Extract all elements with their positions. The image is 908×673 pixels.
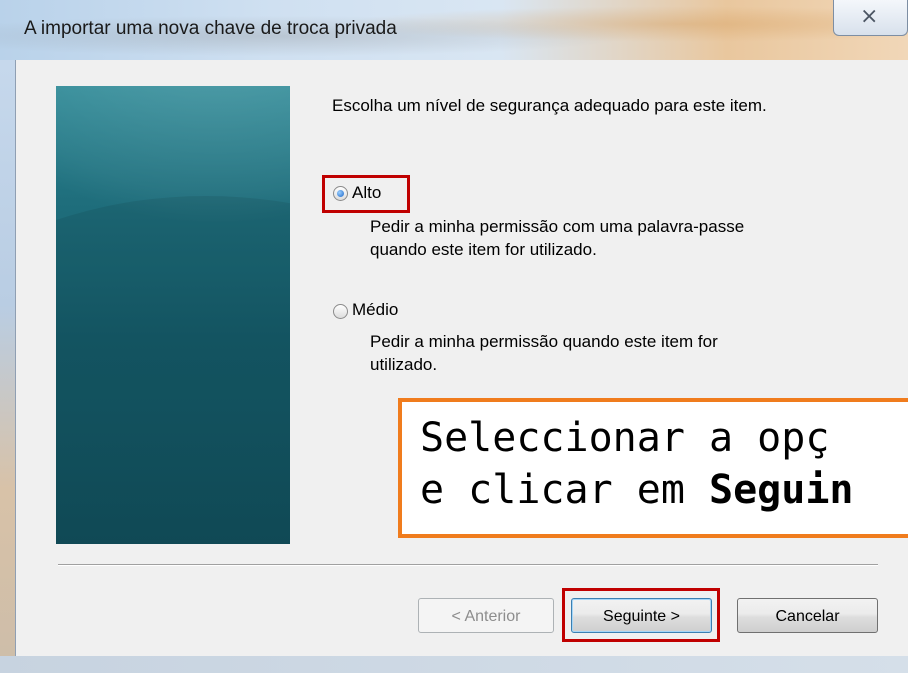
callout-text: Seleccionar a opç e clicar em Seguin: [420, 412, 853, 516]
window-title: A importar uma nova chave de troca priva…: [24, 18, 397, 39]
page-heading: Escolha um nível de segurança adequado p…: [332, 96, 767, 115]
callout-line2: e clicar em Seguin: [420, 464, 853, 516]
callout-line2-prefix: e clicar em: [420, 467, 709, 513]
radio-medio-label[interactable]: Médio: [352, 300, 398, 320]
medio-description-line1: Pedir a minha permissão quando este item…: [370, 332, 718, 351]
radio-medio[interactable]: [333, 304, 348, 319]
cancel-button[interactable]: Cancelar: [737, 598, 878, 633]
close-icon: ⨯: [860, 3, 879, 28]
window-left-frame: [0, 60, 15, 673]
wizard-side-image: [56, 86, 290, 544]
back-button[interactable]: < Anterior: [418, 598, 554, 633]
button-separator: [58, 564, 878, 566]
side-image-arc: [56, 196, 290, 544]
dialog-window: A importar uma nova chave de troca priva…: [0, 0, 908, 673]
callout-line1: Seleccionar a opç: [420, 415, 830, 461]
callout-line2-bold: Seguin: [708, 467, 854, 513]
close-button[interactable]: ⨯: [833, 0, 908, 36]
alto-description-line2: quando este item for utilizado.: [370, 240, 597, 259]
alto-highlight-box: [322, 175, 410, 213]
next-highlight-box: [562, 588, 720, 642]
instruction-callout: Seleccionar a opç e clicar em Seguin: [398, 398, 908, 538]
window-bottom-frame: [0, 656, 908, 673]
title-bar[interactable]: A importar uma nova chave de troca priva…: [0, 0, 908, 60]
alto-description-line1: Pedir a minha permissão com uma palavra-…: [370, 217, 745, 236]
medio-description-line2: utilizado.: [370, 355, 438, 374]
